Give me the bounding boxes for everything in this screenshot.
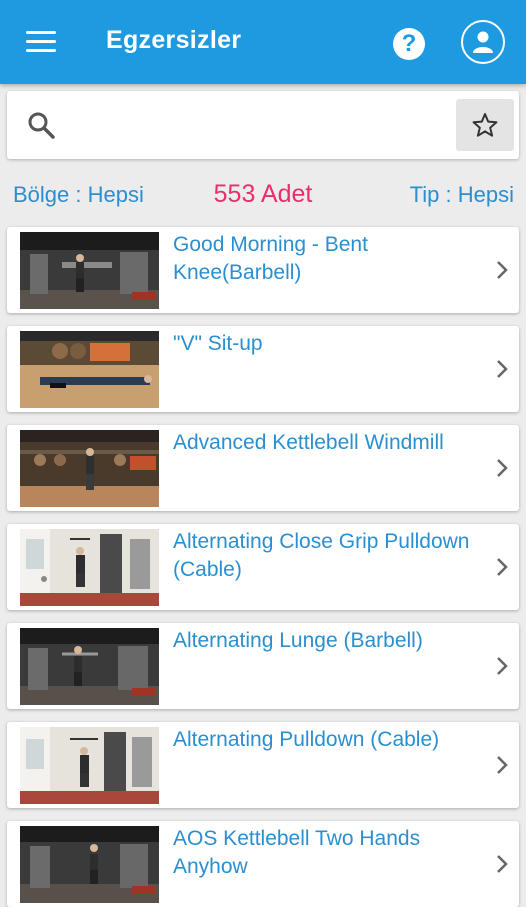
search-bar <box>7 91 519 159</box>
exercise-thumbnail <box>20 628 159 705</box>
list-item[interactable]: Alternating Pulldown (Cable) <box>7 722 519 808</box>
region-filter[interactable]: Bölge : Hepsi <box>13 182 144 208</box>
favorites-button[interactable] <box>456 99 514 151</box>
exercise-thumbnail <box>20 529 159 606</box>
list-item[interactable]: Alternating Close Grip Pulldown (Cable) <box>7 524 519 610</box>
exercise-title: Good Morning - Bent Knee(Barbell) <box>173 233 368 284</box>
chevron-right-icon <box>497 756 508 774</box>
chevron-right-icon <box>497 657 508 675</box>
list-item[interactable]: AOS Kettlebell Two Hands Anyhow <box>7 821 519 907</box>
exercise-thumbnail <box>20 331 159 408</box>
menu-icon[interactable] <box>26 31 56 53</box>
list-item[interactable]: Good Morning - Bent Knee(Barbell) <box>7 227 519 313</box>
chevron-right-icon <box>497 261 508 279</box>
chevron-right-icon <box>497 558 508 576</box>
app-bar: Egzersizler ? <box>0 0 526 84</box>
type-filter[interactable]: Tip : Hepsi <box>410 182 514 208</box>
list-item[interactable]: "V" Sit-up <box>7 326 519 412</box>
exercise-thumbnail <box>20 727 159 804</box>
exercise-title: Advanced Kettlebell Windmill <box>173 431 444 454</box>
page-title: Egzersizler <box>106 26 242 54</box>
exercise-title: Alternating Lunge (Barbell) <box>173 629 423 652</box>
exercise-thumbnail <box>20 232 159 309</box>
profile-icon[interactable] <box>461 20 505 64</box>
search-icon <box>28 112 55 139</box>
chevron-right-icon <box>497 855 508 873</box>
list-item[interactable]: Alternating Lunge (Barbell) <box>7 623 519 709</box>
exercise-thumbnail <box>20 826 159 903</box>
exercise-title: Alternating Pulldown (Cable) <box>173 728 440 751</box>
chevron-right-icon <box>497 360 508 378</box>
search-input[interactable] <box>77 105 451 147</box>
filter-row: 553 Adet Bölge : Hepsi Tip : Hepsi <box>0 178 526 212</box>
help-icon[interactable]: ? <box>393 28 425 60</box>
exercise-title: "V" Sit-up <box>173 332 263 355</box>
chevron-right-icon <box>497 459 508 477</box>
exercise-thumbnail <box>20 430 159 507</box>
list-item[interactable]: Advanced Kettlebell Windmill <box>7 425 519 511</box>
exercise-title: Alternating Close Grip Pulldown (Cable) <box>173 530 470 581</box>
exercise-title: AOS Kettlebell Two Hands Anyhow <box>173 827 421 878</box>
star-icon <box>472 113 498 137</box>
